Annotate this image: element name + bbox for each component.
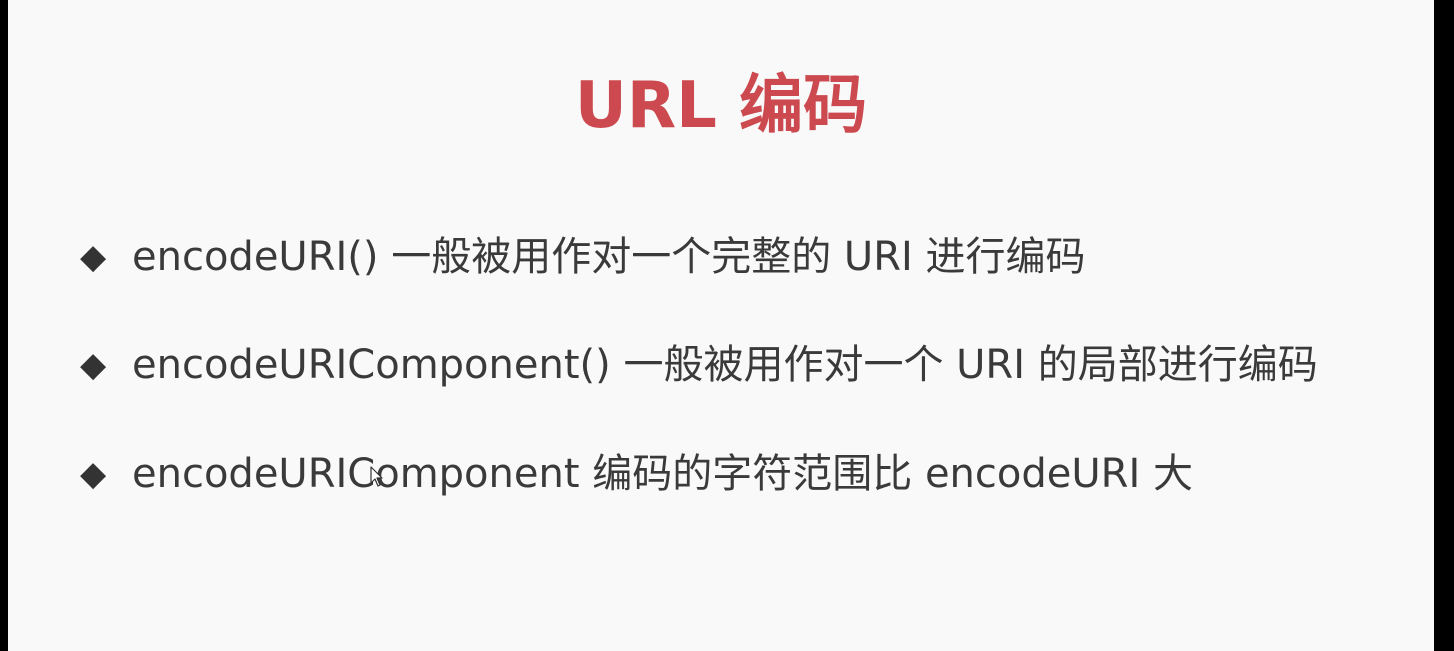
bullet-text: encodeURI() 一般被用作对一个完整的 URI 进行编码	[132, 234, 1086, 280]
slide: URL 编码 ◆ encodeURI() 一般被用作对一个完整的 URI 进行编…	[8, 0, 1434, 651]
mouse-pointer-icon	[370, 466, 383, 487]
diamond-bullet-icon: ◆	[80, 454, 107, 494]
bullet-text: encodeURIComponent 编码的字符范围比 encodeURI 大	[132, 451, 1193, 497]
bullet-text: encodeURIComponent() 一般被用作对一个 URI 的局部进行编…	[132, 342, 1318, 388]
slide-title: URL 编码	[574, 69, 868, 143]
diamond-bullet-icon: ◆	[80, 237, 107, 277]
bullet-item-range-comparison: ◆ encodeURIComponent 编码的字符范围比 encodeURI …	[80, 446, 1193, 502]
diamond-bullet-icon: ◆	[80, 345, 107, 385]
bullet-item-encodeuricomponent: ◆ encodeURIComponent() 一般被用作对一个 URI 的局部进…	[80, 337, 1318, 393]
bullet-item-encodeuri: ◆ encodeURI() 一般被用作对一个完整的 URI 进行编码	[80, 229, 1086, 285]
